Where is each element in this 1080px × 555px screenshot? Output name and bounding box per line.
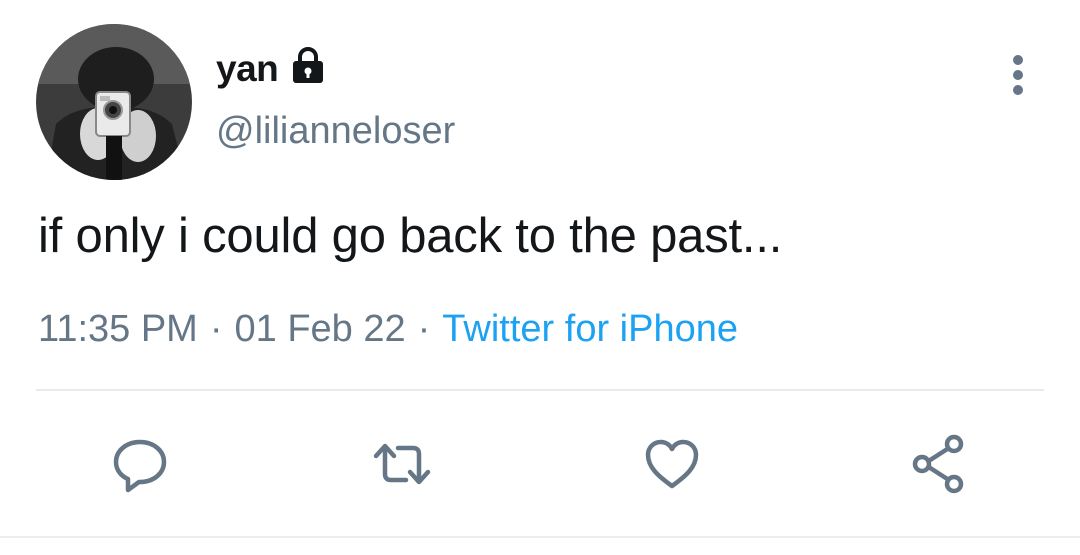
author-name-row: yan: [216, 44, 328, 94]
meta-separator: ·: [417, 308, 431, 350]
avatar[interactable]: [36, 24, 192, 180]
tweet-date: 01 Feb 22: [234, 308, 406, 350]
heart-icon: [645, 439, 699, 489]
share-icon: [912, 434, 964, 494]
avatar-image: [36, 24, 192, 180]
share-button[interactable]: [906, 432, 970, 496]
retweet-icon: [373, 443, 431, 485]
more-vertical-icon: [1013, 55, 1023, 95]
display-name[interactable]: yan: [216, 48, 279, 90]
user-handle[interactable]: @lilianneloser: [216, 110, 455, 153]
lock-icon: [288, 45, 328, 85]
tweet-source-link[interactable]: Twitter for iPhone: [442, 308, 738, 351]
meta-separator: ·: [209, 308, 223, 350]
retweet-button[interactable]: [370, 432, 434, 496]
like-button[interactable]: [640, 432, 704, 496]
reply-icon: [113, 439, 167, 493]
reply-button[interactable]: [108, 432, 172, 496]
tweet-time: 11:35 PM: [38, 308, 198, 350]
bottom-divider: [0, 536, 1080, 538]
more-options-button[interactable]: [996, 50, 1040, 100]
tweet-meta: 11:35 PM · 01 Feb 22 · Twitter for iPhon…: [38, 308, 738, 351]
divider: [36, 389, 1044, 391]
tweet-text: if only i could go back to the past...: [38, 209, 783, 263]
